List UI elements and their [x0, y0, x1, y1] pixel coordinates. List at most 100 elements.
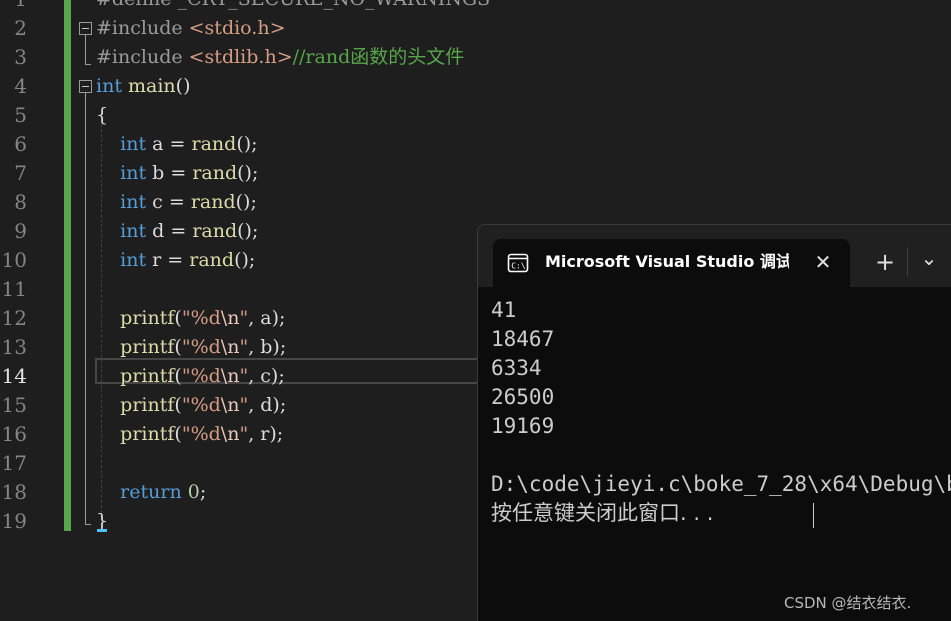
code-token: <stdio.h> [188, 17, 286, 39]
code-token: rand [189, 249, 235, 271]
code-token: (); [236, 133, 258, 155]
line-number: 15 [1, 393, 27, 417]
code-token: 0 [187, 481, 200, 503]
svg-text:C:\: C:\ [511, 262, 526, 271]
line-number: 10 [1, 248, 27, 272]
code-token: \n [220, 336, 240, 358]
code-line[interactable]: 1 #define _CRT_SECURE_NO_WARNINGS [0, 0, 951, 14]
code-token: { [96, 104, 109, 126]
code-token: int [120, 191, 147, 213]
code-token: (); [234, 249, 256, 271]
code-line[interactable]: 2 #include <stdio.h> [0, 14, 951, 43]
debug-console-window[interactable]: C:\ Microsoft Visual Studio 调试控制台 ✕ + ⌄ … [477, 224, 951, 621]
code-token: <stdlib.h> [188, 46, 293, 68]
code-token: rand [190, 191, 236, 213]
code-text: int r = rand(); [96, 247, 255, 273]
code-token: (); [237, 162, 259, 184]
screenshot: 1 #define _CRT_SECURE_NO_WARNINGS 2 #includ… [0, 0, 951, 621]
code-token: int [120, 249, 147, 271]
console-output-line: 6334 [491, 356, 542, 380]
code-token: "%d [181, 423, 221, 445]
code-token: \n [220, 423, 240, 445]
code-token: "%d [181, 394, 221, 416]
code-line[interactable]: 7 int b = rand(); [0, 159, 951, 188]
code-line[interactable]: 3 #include <stdlib.h>//rand函数的头文件 [0, 43, 951, 72]
code-token: main [128, 75, 176, 97]
code-line[interactable]: 4 int main() [0, 72, 951, 101]
code-line[interactable]: 5{ [0, 101, 951, 130]
line-number: 3 [14, 45, 27, 69]
code-token: a = [146, 133, 192, 155]
code-token: _CRT_SECURE_NO_WARNINGS [178, 0, 491, 10]
code-token: return [120, 481, 182, 503]
close-tab-icon[interactable]: ✕ [811, 250, 835, 274]
code-text: #define _CRT_SECURE_NO_WARNINGS [96, 0, 490, 12]
code-token: ; [199, 481, 207, 503]
code-token: printf [120, 307, 175, 329]
console-output-path: D:\code\jieyi.c\boke_7_28\x64\Debug\boke… [491, 472, 951, 496]
line-number: 6 [14, 132, 27, 156]
code-text: int d = rand(); [96, 218, 258, 244]
code-token: int [120, 133, 147, 155]
line-number: 18 [1, 480, 27, 504]
code-token: , r); [248, 423, 284, 445]
line-number: 1 [0, 0, 27, 12]
code-token: #include [96, 17, 189, 39]
code-token: #include [96, 46, 189, 68]
code-token: " [239, 336, 249, 358]
code-token: , c); [248, 365, 285, 387]
code-token: printf [120, 394, 175, 416]
line-number: 2 [14, 16, 27, 40]
code-text: { [96, 102, 108, 128]
code-text: printf("%d\n", d); [96, 392, 286, 418]
brace-match-marker [97, 529, 107, 532]
code-token: int [120, 162, 147, 184]
line-number: 12 [1, 306, 27, 330]
console-tab[interactable]: C:\ Microsoft Visual Studio 调试控制台 ✕ [493, 239, 850, 287]
code-text: int main() [96, 73, 191, 99]
code-line[interactable]: 6 int a = rand(); [0, 130, 951, 159]
code-text: #include <stdlib.h>//rand函数的头文件 [96, 44, 464, 70]
code-token: " [239, 423, 249, 445]
console-output-line: 18467 [491, 327, 555, 351]
code-text: printf("%d\n", a); [96, 305, 285, 331]
line-number: 7 [14, 161, 27, 185]
code-text: int b = rand(); [96, 160, 258, 186]
line-number: 17 [1, 451, 27, 475]
code-token: rand [192, 162, 238, 184]
code-text: return 0; [96, 479, 206, 505]
new-tab-icon[interactable]: + [872, 247, 898, 277]
code-token: c = [146, 191, 191, 213]
code-text: printf("%d\n", c); [96, 363, 285, 389]
line-number: 19 [1, 509, 27, 533]
code-token: r = [146, 249, 190, 271]
line-number: 4 [14, 74, 27, 98]
console-output-line: 41 [491, 298, 517, 322]
code-token: ( [174, 307, 182, 329]
code-token: , b); [248, 336, 287, 358]
code-token: printf [120, 365, 175, 387]
code-token: , a); [248, 307, 286, 329]
line-number: 11 [1, 277, 27, 301]
console-output-line: 19169 [491, 414, 555, 438]
code-text: printf("%d\n", r); [96, 421, 283, 447]
chevron-down-icon[interactable]: ⌄ [916, 247, 942, 277]
code-text: int a = rand(); [96, 131, 258, 157]
code-token: ( [174, 336, 182, 358]
text-cursor [813, 503, 814, 528]
code-line[interactable]: 8 int c = rand(); [0, 188, 951, 217]
console-output-prompt: 按任意键关闭此窗口. . . [491, 501, 714, 525]
line-number: 16 [1, 422, 27, 446]
console-output-line: 26500 [491, 385, 555, 409]
line-number: 9 [14, 219, 27, 243]
code-token: ( [174, 423, 182, 445]
code-token: " [239, 365, 249, 387]
code-token: "%d [181, 307, 221, 329]
